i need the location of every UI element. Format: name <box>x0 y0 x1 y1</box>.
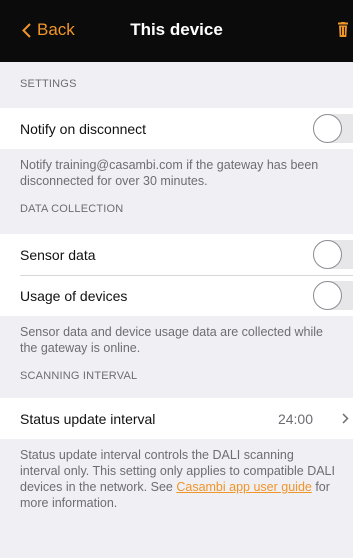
usage-devices-label: Usage of devices <box>20 287 128 304</box>
status-update-label: Status update interval <box>20 410 156 427</box>
scanning-footer: Status update interval controls the DALI… <box>0 439 353 511</box>
notify-disconnect-toggle[interactable] <box>313 114 353 143</box>
page-title: This device <box>130 20 223 39</box>
sensor-data-label: Sensor data <box>20 246 96 263</box>
navigation-bar: Back This device <box>0 0 353 62</box>
data-collection-footer: Sensor data and device usage data are co… <box>20 325 323 355</box>
status-update-value: 24:00 <box>277 410 313 427</box>
notify-disconnect-label: Notify on disconnect <box>20 120 147 137</box>
toggle-knob <box>313 240 342 269</box>
scanning-header: SCANNING INTERVAL <box>20 370 138 382</box>
data-collection-header: DATA COLLECTION <box>20 203 124 215</box>
usage-devices-row: Usage of devices <box>0 275 353 316</box>
toggle-knob <box>313 114 342 143</box>
user-guide-link[interactable]: Casambi app user guide <box>176 480 312 494</box>
settings-footer: Notify training@casambi.com if the gatew… <box>20 158 319 188</box>
status-update-row[interactable]: Status update interval 24:00 <box>0 398 353 439</box>
sensor-data-toggle[interactable] <box>313 240 353 269</box>
sensor-data-row: Sensor data <box>0 234 353 275</box>
toggle-knob <box>313 281 342 310</box>
trash-icon[interactable] <box>337 22 349 37</box>
usage-devices-toggle[interactable] <box>313 281 353 310</box>
notify-disconnect-row: Notify on disconnect <box>0 108 353 149</box>
settings-header: SETTINGS <box>20 78 77 90</box>
chevron-right-icon <box>342 413 349 424</box>
